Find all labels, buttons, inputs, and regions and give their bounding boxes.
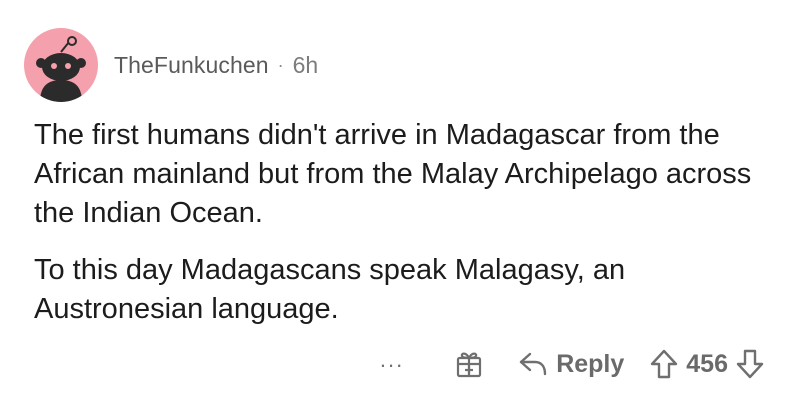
comment-age[interactable]: 6h — [293, 52, 319, 79]
comment-paragraph: The first humans didn't arrive in Madaga… — [34, 119, 752, 229]
avatar[interactable] — [24, 28, 98, 102]
upvote-button[interactable] — [650, 349, 678, 379]
vote-controls: 456 — [650, 349, 764, 379]
comment: TheFunkuchen · 6h The first humans didn'… — [0, 0, 800, 406]
gift-award-icon — [457, 352, 482, 378]
downvote-arrow-icon — [736, 349, 764, 379]
reply-arrow-icon — [519, 352, 547, 376]
comment-body: The first humans didn't arrive in Madaga… — [34, 116, 784, 329]
comment-actions: ... Reply 456 — [380, 344, 764, 384]
downvote-button[interactable] — [736, 349, 764, 379]
gift-award-button[interactable] — [454, 349, 484, 379]
reddit-snoo-avatar-icon — [36, 36, 86, 102]
username[interactable]: TheFunkuchen — [114, 52, 269, 79]
reply-label: Reply — [556, 349, 625, 378]
vote-score: 456 — [686, 349, 728, 378]
upvote-arrow-icon — [651, 349, 678, 379]
more-options-icon[interactable]: ... — [380, 349, 404, 379]
comment-paragraph: To this day Madagascans speak Malagasy, … — [34, 254, 626, 325]
reply-button[interactable]: Reply — [518, 350, 624, 379]
comment-header: TheFunkuchen · 6h — [114, 48, 318, 82]
meta-separator: · — [277, 54, 284, 75]
